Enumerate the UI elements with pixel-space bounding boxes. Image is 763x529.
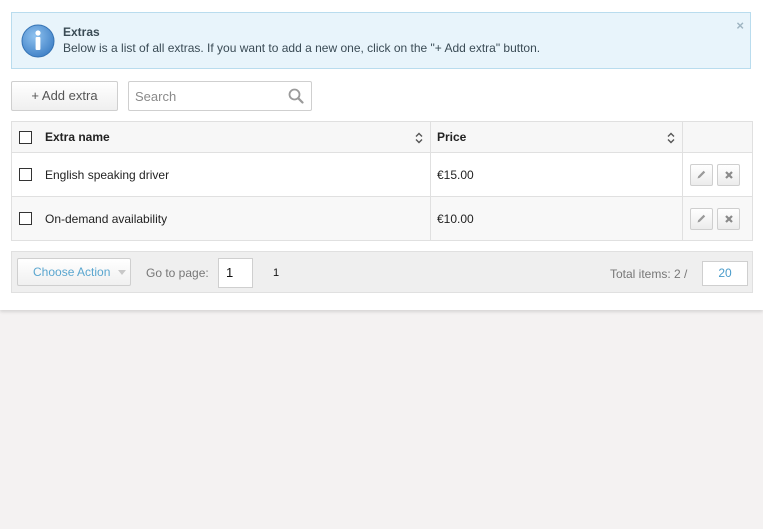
page-number-input[interactable]: 1 [218, 258, 253, 288]
column-header-actions [683, 122, 752, 152]
price-cell: €15.00 [431, 153, 683, 196]
delete-button[interactable] [717, 163, 740, 186]
info-notice: Extras Below is a list of all extras. If… [11, 12, 751, 69]
choose-action-dropdown[interactable]: Choose Action [17, 258, 131, 286]
extra-name: On-demand availability [45, 211, 168, 226]
go-to-page-label: Go to page: [146, 266, 209, 280]
search-input[interactable] [135, 87, 283, 105]
table-footer: Choose Action Go to page: 1 1 Total item… [11, 251, 753, 293]
search-box [128, 81, 312, 111]
caret-down-icon [118, 270, 126, 275]
row-actions [683, 197, 752, 240]
row-actions [683, 153, 752, 196]
delete-icon [724, 214, 733, 223]
info-icon [21, 24, 55, 58]
column-header-name[interactable]: Extra name [39, 122, 431, 152]
extra-price: €10.00 [437, 211, 474, 226]
content-panel: Extras Below is a list of all extras. If… [0, 0, 763, 310]
table-row: On-demand availability €10.00 [12, 197, 752, 240]
column-label-price: Price [437, 130, 467, 144]
search-icon[interactable] [288, 88, 304, 104]
row-checkbox[interactable] [19, 168, 32, 181]
sort-icon[interactable] [667, 132, 675, 144]
price-cell: €10.00 [431, 197, 683, 240]
notice-title: Extras [63, 25, 100, 39]
notice-message: Below is a list of all extras. If you wa… [63, 41, 541, 55]
row-select-cell [12, 153, 39, 196]
choose-action-label: Choose Action [33, 265, 111, 279]
add-extra-button[interactable]: + Add extra [11, 81, 118, 111]
edit-button[interactable] [690, 163, 713, 186]
delete-icon [724, 170, 733, 179]
extra-name: English speaking driver [45, 167, 170, 182]
pencil-icon [697, 214, 706, 223]
select-all-checkbox[interactable] [19, 130, 32, 144]
delete-button[interactable] [717, 207, 740, 230]
column-header-price[interactable]: Price [431, 122, 683, 152]
extra-price: €15.00 [437, 167, 474, 182]
table-header: Extra name Price [12, 122, 752, 153]
column-label-name: Extra name [45, 130, 110, 144]
total-items-label: Total items: 2 / [610, 267, 688, 281]
extra-name-cell: English speaking driver [39, 153, 431, 196]
page-link[interactable]: 1 [273, 267, 279, 279]
close-icon[interactable]: × [736, 18, 744, 33]
edit-button[interactable] [690, 207, 713, 230]
extra-name-cell: On-demand availability [39, 197, 431, 240]
sort-icon[interactable] [415, 132, 423, 144]
pencil-icon [697, 170, 706, 179]
row-select-cell [12, 197, 39, 240]
items-per-page-select[interactable]: 20 [702, 261, 748, 286]
extras-table: Extra name Price English speaking driver… [11, 121, 753, 241]
row-checkbox[interactable] [19, 212, 32, 225]
table-row: English speaking driver €15.00 [12, 153, 752, 197]
select-all-cell [12, 122, 39, 152]
